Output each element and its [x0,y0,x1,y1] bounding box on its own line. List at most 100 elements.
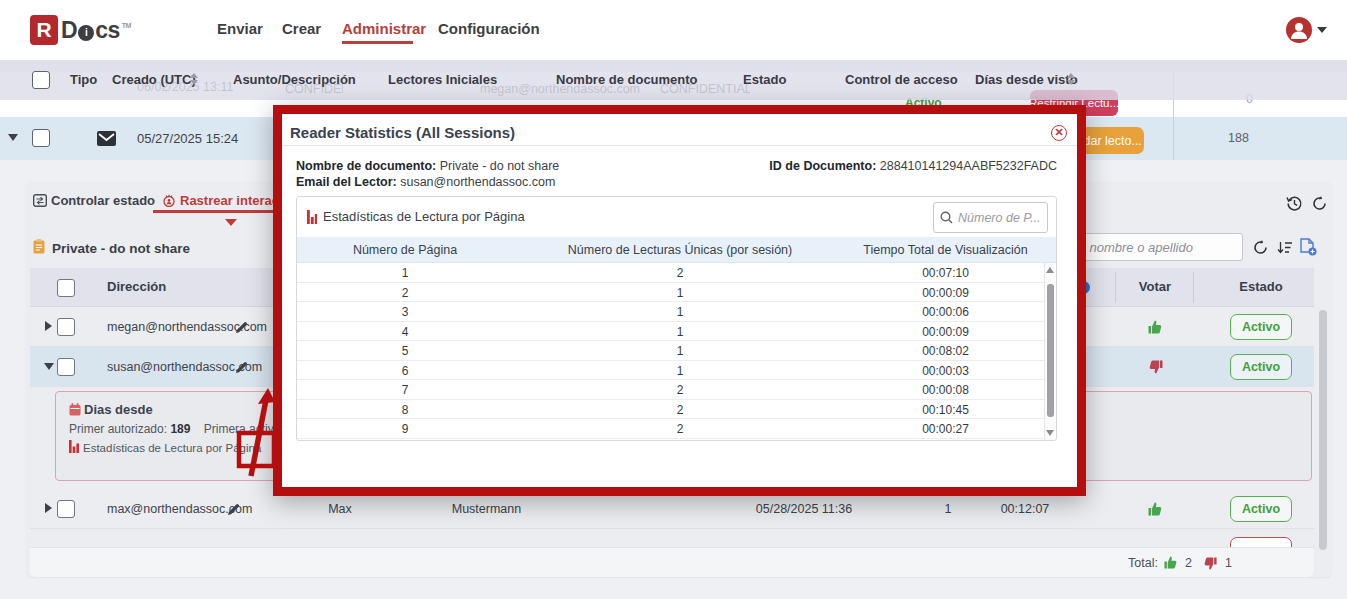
reader-visits: 1 [938,502,958,516]
bar-chart-icon [69,440,79,453]
row-checkbox[interactable] [32,129,50,147]
expand-caret-icon[interactable] [45,321,52,331]
reader-first-name: Max [320,502,360,516]
modal-doc-id: ID de Documento: 288410141294AABF5232FAD… [769,159,1057,173]
reader-checkbox[interactable] [57,500,75,518]
reader-total-time: 00:12:07 [995,502,1055,516]
document-icon [33,239,45,254]
sort-icon[interactable] [190,73,199,87]
stats-row[interactable]: 6 1 00:00:03 [297,361,1044,381]
collapse-caret-icon[interactable] [8,134,18,141]
scroll-down-icon[interactable] [1046,430,1054,436]
stats-table-body: 1 2 00:07:10 2 1 00:00:09 3 1 00:00:06 [297,263,1044,439]
column-divider [1115,272,1116,303]
active-tab-underline [153,210,286,213]
nav-crear[interactable]: Crear [282,20,321,37]
totals-label: Total: [1128,556,1158,570]
totals-down-count: 1 [1225,556,1232,570]
stats-row[interactable]: 3 1 00:00:06 [297,302,1044,322]
select-all-checkbox[interactable] [32,71,50,89]
thumbs-up-icon [1163,555,1179,570]
totals-bar: Total: 2 1 [30,547,1314,577]
stats-row[interactable]: 1 2 00:07:10 [297,263,1044,283]
stats-panel: Estadísticas de Lectura por Página Númer… [296,196,1057,441]
created-date: 05/27/2025 15:24 [137,131,238,146]
col-direccion[interactable]: Dirección [107,279,166,294]
reader-checkbox[interactable] [57,358,75,376]
stats-row[interactable]: 5 1 00:08:02 [297,341,1044,361]
modal-close-icon[interactable]: ✕ [1051,125,1067,141]
col-estado-reader[interactable]: Estado [1226,279,1296,294]
stats-row[interactable]: 4 1 00:00:09 [297,322,1044,342]
stats-row[interactable]: 8 2 00:10:45 [297,400,1044,420]
col-nombre[interactable]: Nombre de documento [556,72,698,87]
status-active-button[interactable]: Activo [1230,354,1292,380]
modal-divider [282,145,1077,146]
reader-statistics-modal: Reader Statistics (All Sessions) ✕ Nombr… [273,105,1086,496]
col-tipo[interactable]: Tipo [70,72,97,87]
readers-select-all[interactable] [57,279,75,297]
edit-pencil-icon[interactable] [235,361,248,374]
history-icon[interactable] [1286,195,1303,212]
calendar-icon [69,403,81,416]
column-divider [1173,117,1174,160]
tab-controlar-estado[interactable]: Controlar estado [51,193,155,208]
sort-icon[interactable] [1067,73,1076,87]
col-votar[interactable]: Votar [1130,279,1180,294]
stats-row[interactable]: 2 1 00:00:09 [297,283,1044,303]
col-lectores[interactable]: Lectores Iniciales [388,72,497,87]
col-page-number: Número de Página [297,243,513,257]
export-report-icon[interactable] [1300,238,1317,256]
col-unique-reads: Número de Lecturas Únicas (por sesión) [513,243,847,257]
col-total-time: Tiempo Total de Visualización [847,243,1044,257]
document-table-header: Tipo Creado (UTC) Asunto/Descripción Lec… [0,60,1347,100]
stats-per-page-label: Estadísticas de Lectura por Página [83,442,261,454]
sort-order-icon[interactable] [1277,240,1293,255]
col-asunto[interactable]: Asunto/Descripción [233,72,356,87]
thumbs-down-icon [1202,556,1218,571]
active-tab-caret [225,219,237,226]
brand-logo[interactable]: R [30,15,58,45]
edit-pencil-icon[interactable] [227,503,240,516]
days-since-title: Dias desde [84,402,153,417]
stats-panel-title: Estadísticas de Lectura por Página [323,209,525,224]
stats-scrollbar[interactable] [1044,263,1055,440]
nav-administrar[interactable]: Administrar [342,20,426,37]
stats-row[interactable]: 9 2 00:00:27 [297,419,1044,439]
user-avatar[interactable] [1286,17,1312,43]
status-active-button[interactable]: Activo [1230,496,1292,522]
refresh-icon[interactable] [1312,196,1327,211]
col-creado[interactable]: Creado (UTC) [112,72,196,87]
scroll-thumb[interactable] [1047,284,1054,417]
col-estado[interactable]: Estado [743,72,786,87]
avatar-dropdown-caret[interactable] [1317,27,1327,33]
stats-row[interactable]: 7 2 00:00:08 [297,380,1044,400]
status-active-button[interactable]: Activo [1230,314,1292,340]
reader-row-partial [30,530,1314,547]
nav-enviar[interactable]: Enviar [217,20,263,37]
reader-last-name: Mustermann [444,502,529,516]
card-scrollbar[interactable] [1319,310,1327,550]
nav-configuracion[interactable]: Configuración [438,20,540,37]
edit-pencil-icon[interactable] [235,321,248,334]
scroll-up-icon[interactable] [1046,267,1054,273]
days-since-seen: 188 [1228,131,1249,145]
reader-checkbox[interactable] [57,318,75,336]
page-number-search[interactable]: Número de P... [933,202,1048,233]
modal-doc-name: Nombre de documento: Private - do not sh… [296,159,559,173]
modal-title: Reader Statistics (All Sessions) [290,124,515,141]
thumbs-up-icon[interactable] [1147,319,1164,335]
modal-reader-email: Email del Lector: susan@northendassoc.co… [296,175,555,189]
person-icon [1286,17,1312,43]
col-dias[interactable]: Días desde visto [975,72,1078,87]
email-type-icon [97,131,116,146]
thumbs-down-icon[interactable] [1147,359,1164,375]
expand-caret-icon[interactable] [45,503,52,513]
reload-icon[interactable] [1253,240,1268,255]
thumbs-up-icon[interactable] [1147,501,1164,517]
track-interactions-icon [162,194,176,207]
top-navbar: R DicsTM Enviar Crear Administrar Config… [0,0,1347,60]
col-control[interactable]: Control de acceso [845,72,958,87]
stats-table-header: Número de Página Número de Lecturas Únic… [297,237,1056,263]
collapse-caret-icon[interactable] [44,363,54,370]
